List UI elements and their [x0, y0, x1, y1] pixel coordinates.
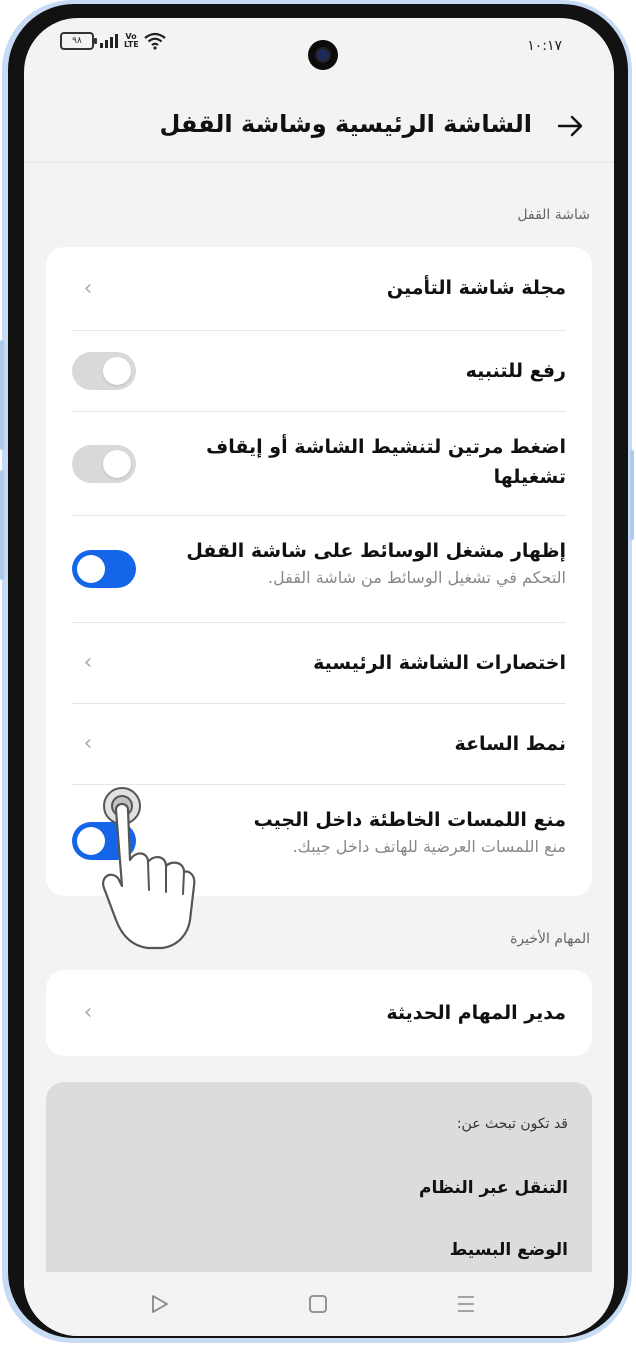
- row-recent-tasks-manager[interactable]: مدير المهام الحديثة ‹: [72, 970, 566, 1056]
- toggle-knob: [103, 449, 131, 478]
- chevron-left-icon: ‹: [83, 731, 93, 756]
- recent-tasks-card: مدير المهام الحديثة ‹: [46, 970, 592, 1056]
- chevron-left-icon: ‹: [83, 275, 93, 301]
- nav-menu-button[interactable]: [448, 1286, 484, 1322]
- row-subtitle: التحكم في تشغيل الوسائط من شاشة القفل.: [267, 568, 566, 587]
- toggle-media-player[interactable]: [72, 550, 136, 588]
- side-button: [0, 340, 4, 450]
- page-header: الشاشة الرئيسية وشاشة القفل: [24, 88, 614, 163]
- row-title: مجلة شاشة التأمين: [386, 277, 566, 299]
- front-camera: [308, 40, 338, 70]
- chevron-left-icon: ‹: [83, 1000, 93, 1025]
- signal-icon: [100, 34, 118, 48]
- volte-icon: Vo LTE: [124, 32, 139, 49]
- suggestion-link[interactable]: التنقل عبر النظام: [419, 1178, 568, 1198]
- row-title: نمط الساعة: [454, 733, 566, 755]
- status-bar: ٩٨ Vo LTE ١٠:١٧: [24, 18, 614, 78]
- suggestions-title: قد تكون تبحث عن:: [456, 1116, 568, 1132]
- row-title: مدير المهام الحديثة: [386, 1002, 566, 1024]
- toggle-knob: [77, 555, 105, 583]
- battery-icon: ٩٨: [60, 32, 97, 50]
- chevron-left-icon: ‹: [83, 650, 93, 675]
- toggle-double-tap[interactable]: [72, 444, 136, 483]
- row-title: إظهار مشغل الوسائط على شاشة القفل: [186, 540, 566, 562]
- wifi-icon: [144, 32, 166, 50]
- power-button: [630, 450, 634, 540]
- row-home-shortcuts[interactable]: اختصارات الشاشة الرئيسية ‹: [72, 623, 566, 704]
- row-lock-screen-magazine[interactable]: مجلة شاشة التأمين ‹: [72, 247, 566, 331]
- navigation-bar: [24, 1272, 614, 1336]
- toggle-knob: [103, 357, 131, 385]
- menu-lines-icon: [458, 1296, 474, 1312]
- arrow-right-icon: [557, 115, 583, 137]
- row-media-player-lockscreen[interactable]: إظهار مشغل الوسائط على شاشة القفل التحكم…: [72, 516, 566, 623]
- square-home-icon: [309, 1295, 327, 1313]
- row-title: اختصارات الشاشة الرئيسية: [313, 652, 566, 674]
- status-time: ١٠:١٧: [527, 38, 562, 54]
- status-icons: ٩٨ Vo LTE: [60, 32, 166, 50]
- row-double-tap-screen[interactable]: اضغط مرتين لتنشيط الشاشة أو إيقاف تشغيله…: [72, 412, 566, 516]
- row-title: رفع للتنبيه: [465, 360, 566, 382]
- triangle-back-icon: [152, 1295, 168, 1313]
- section-label-recent-tasks: المهام الأخيرة: [510, 931, 590, 947]
- nav-back-button[interactable]: [142, 1286, 178, 1322]
- row-title: اضغط مرتين لتنشيط الشاشة أو إيقاف تشغيله…: [206, 436, 566, 488]
- page-title: الشاشة الرئيسية وشاشة القفل: [159, 110, 532, 138]
- section-label-lock-screen: شاشة القفل: [517, 207, 590, 223]
- suggestion-link[interactable]: الوضع البسيط: [450, 1240, 568, 1260]
- battery-level: ٩٨: [72, 36, 82, 46]
- tap-hand-icon: [102, 787, 196, 950]
- row-raise-to-wake[interactable]: رفع للتنبيه: [72, 331, 566, 412]
- nav-home-button[interactable]: [300, 1286, 336, 1322]
- phone-screen: ٩٨ Vo LTE ١٠:١٧ الشاشة الرئيسية وشاشة ال…: [24, 18, 614, 1336]
- back-button[interactable]: [552, 108, 588, 144]
- side-button: [0, 470, 4, 580]
- toggle-raise-to-wake[interactable]: [72, 352, 136, 390]
